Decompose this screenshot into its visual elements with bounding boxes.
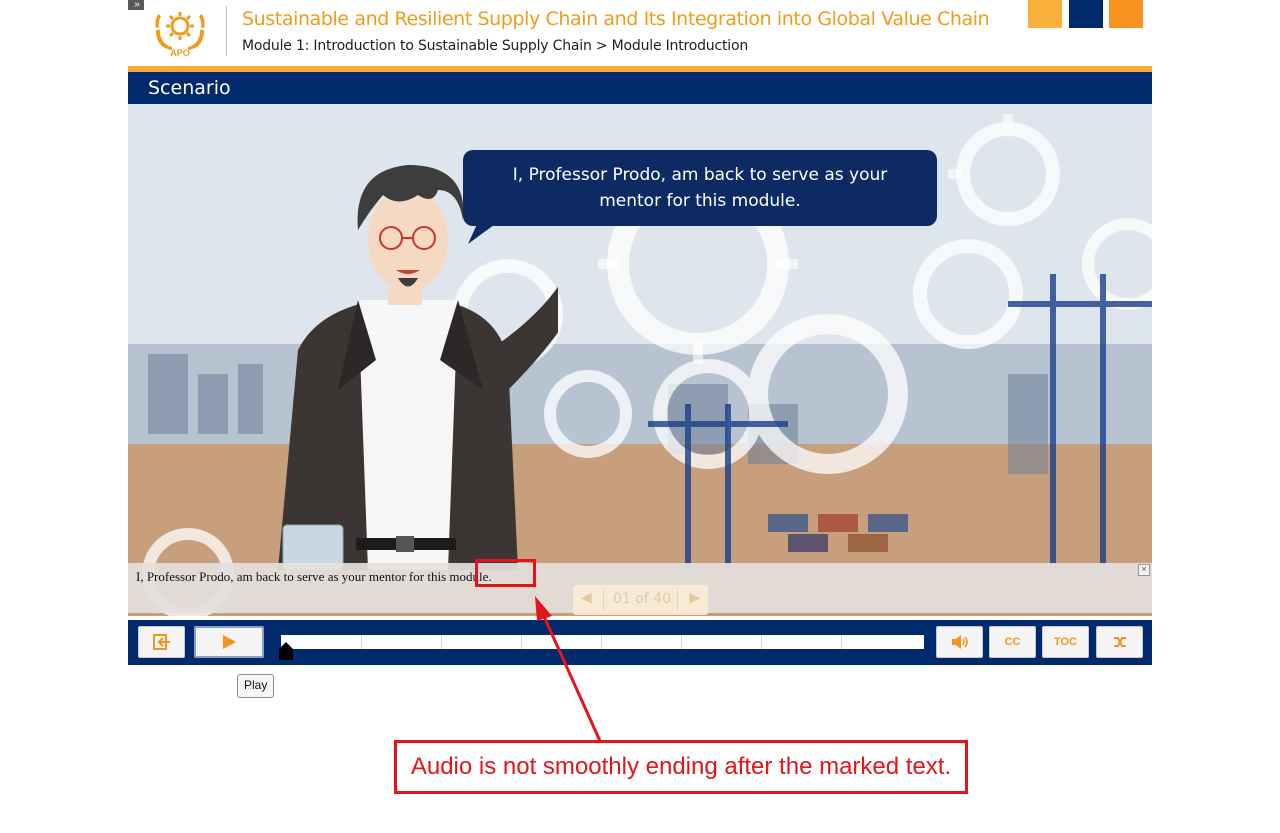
annotation-callout: Audio is not smoothly ending after the m… [394,740,968,794]
annotation-arrow-icon [535,596,602,742]
